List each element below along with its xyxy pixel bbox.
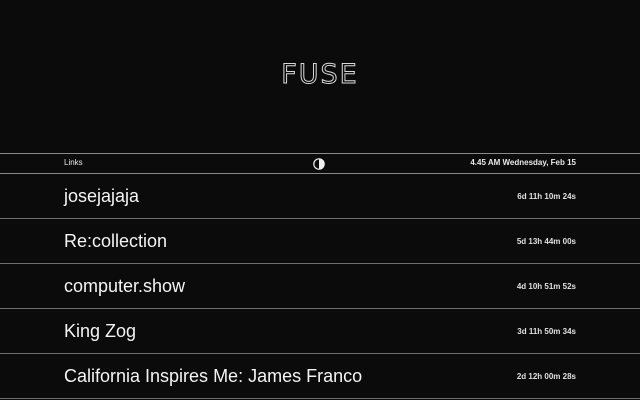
item-countdown: 3d 11h 50m 34s (517, 327, 576, 336)
link-list: josejajaja 6d 11h 10m 24s Re:collection … (0, 174, 640, 399)
list-item[interactable]: josejajaja 6d 11h 10m 24s (0, 174, 640, 219)
item-title[interactable]: computer.show (64, 276, 185, 297)
toolbar: Links 4.45 AM Wednesday, Feb 15 (0, 153, 640, 174)
half-circle-contrast-icon[interactable] (313, 157, 325, 170)
item-title[interactable]: josejajaja (64, 186, 139, 207)
item-countdown: 5d 13h 44m 00s (516, 237, 576, 246)
item-title[interactable]: Re:collection (64, 231, 167, 252)
item-countdown: 4d 10h 51m 52s (516, 282, 576, 291)
item-countdown: 6d 11h 10m 24s (517, 192, 576, 201)
clock: 4.45 AM Wednesday, Feb 15 (470, 158, 576, 167)
logo: FUSE (281, 59, 359, 90)
item-title[interactable]: California Inspires Me: James Franco (64, 366, 362, 387)
links-label[interactable]: Links (64, 158, 83, 167)
list-item[interactable]: computer.show 4d 10h 51m 52s (0, 264, 640, 309)
list-item[interactable]: King Zog 3d 11h 50m 34s (0, 309, 640, 354)
list-item[interactable]: California Inspires Me: James Franco 2d … (0, 354, 640, 399)
list-item[interactable]: Re:collection 5d 13h 44m 00s (0, 219, 640, 264)
item-title[interactable]: King Zog (64, 321, 136, 342)
item-countdown: 2d 12h 00m 28s (516, 372, 576, 381)
